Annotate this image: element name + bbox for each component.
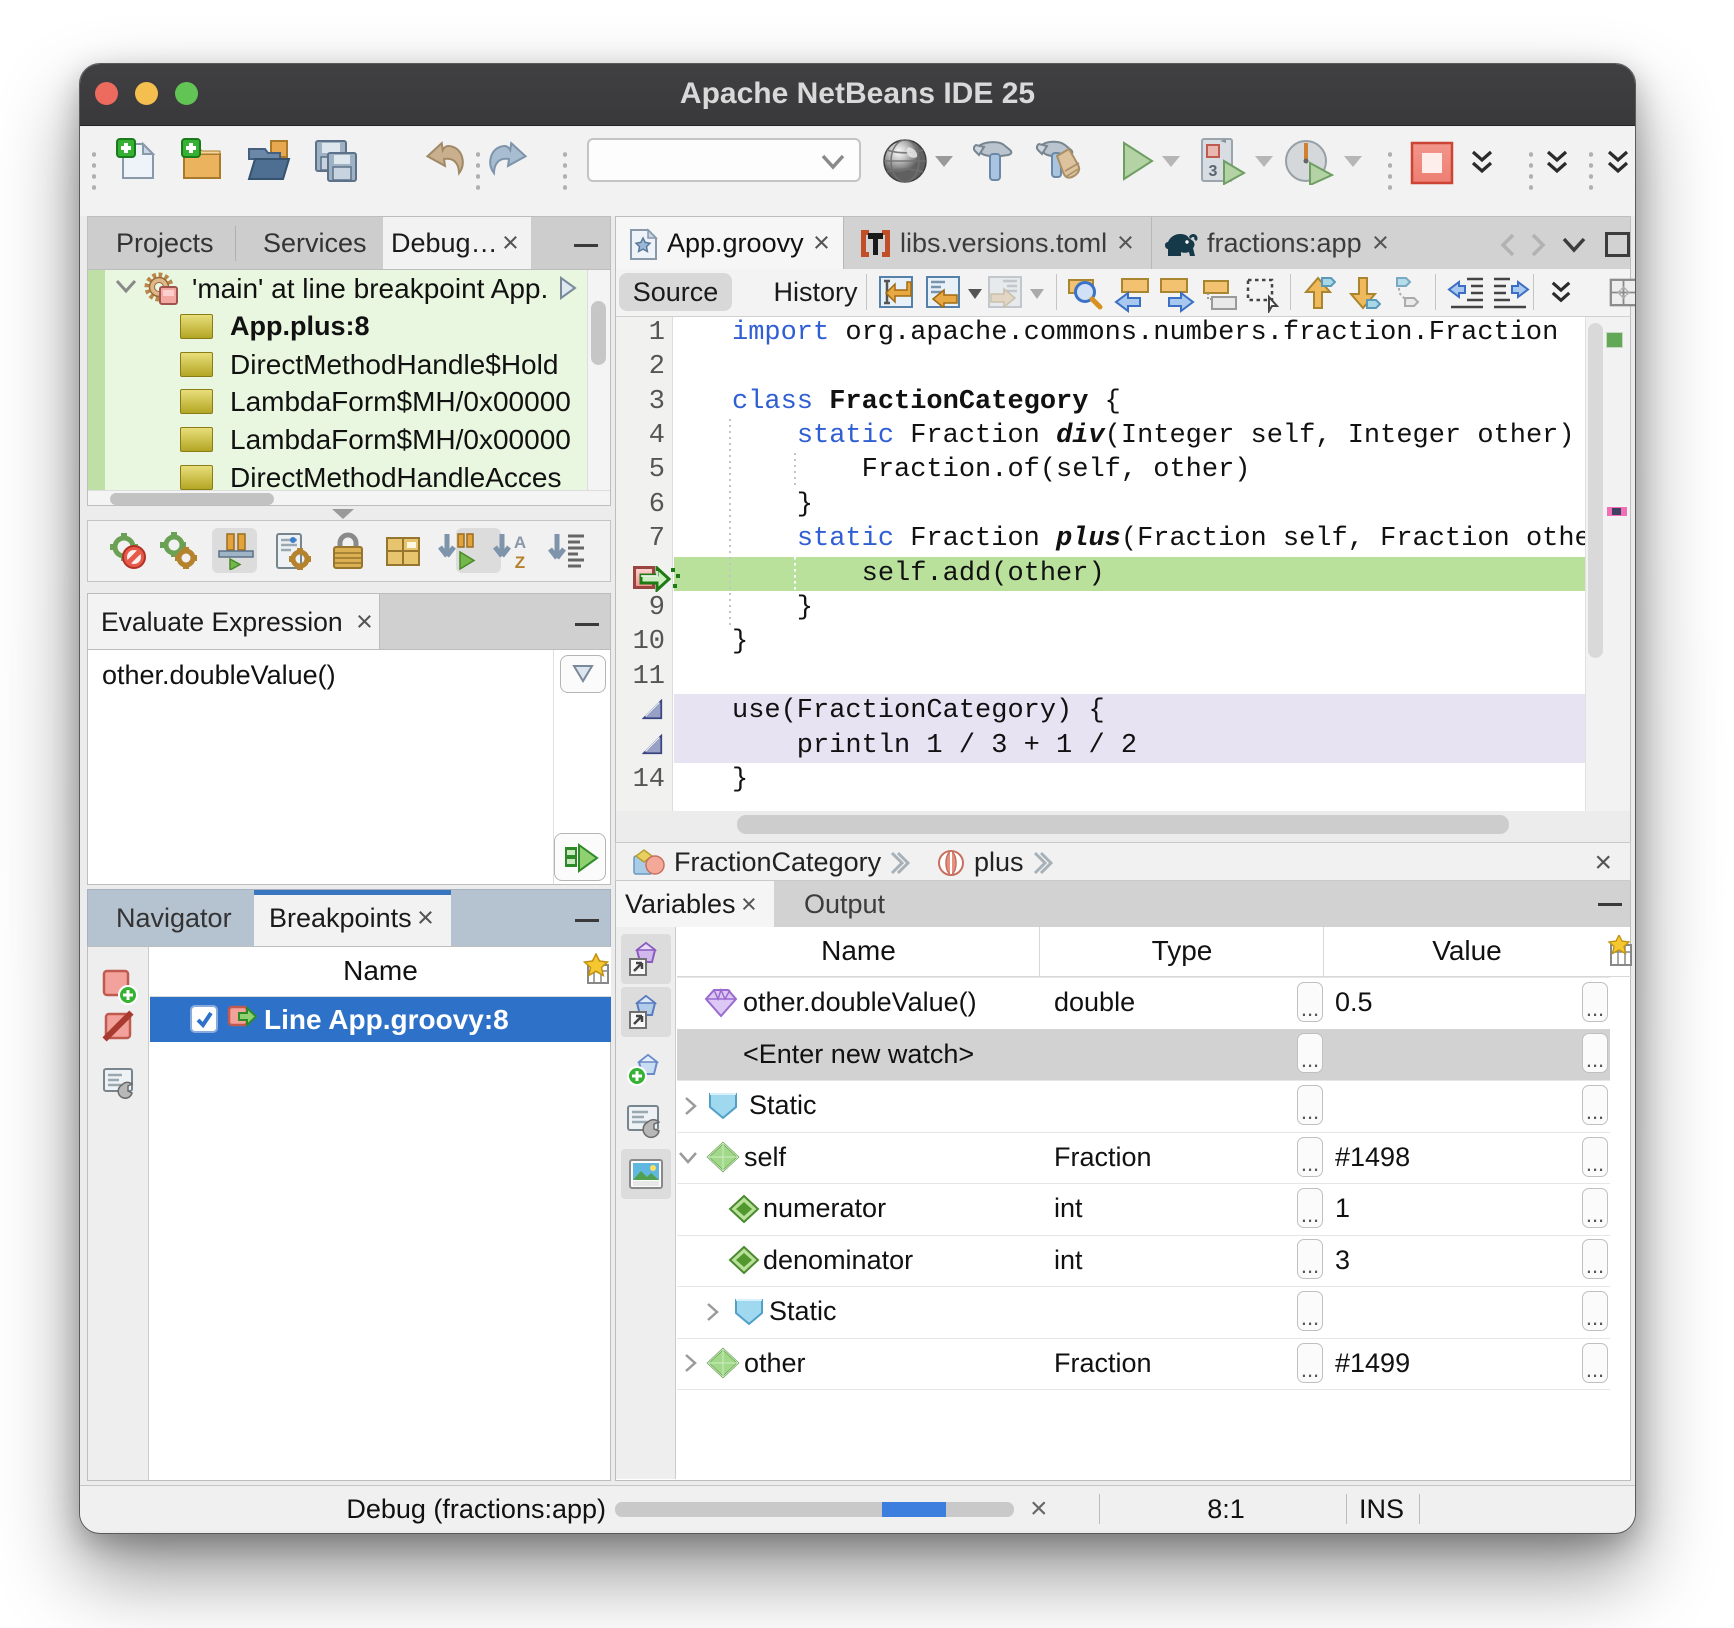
svg-text:3: 3 (1209, 163, 1218, 180)
svg-text:Z: Z (515, 553, 525, 570)
svg-text:A: A (514, 533, 526, 552)
